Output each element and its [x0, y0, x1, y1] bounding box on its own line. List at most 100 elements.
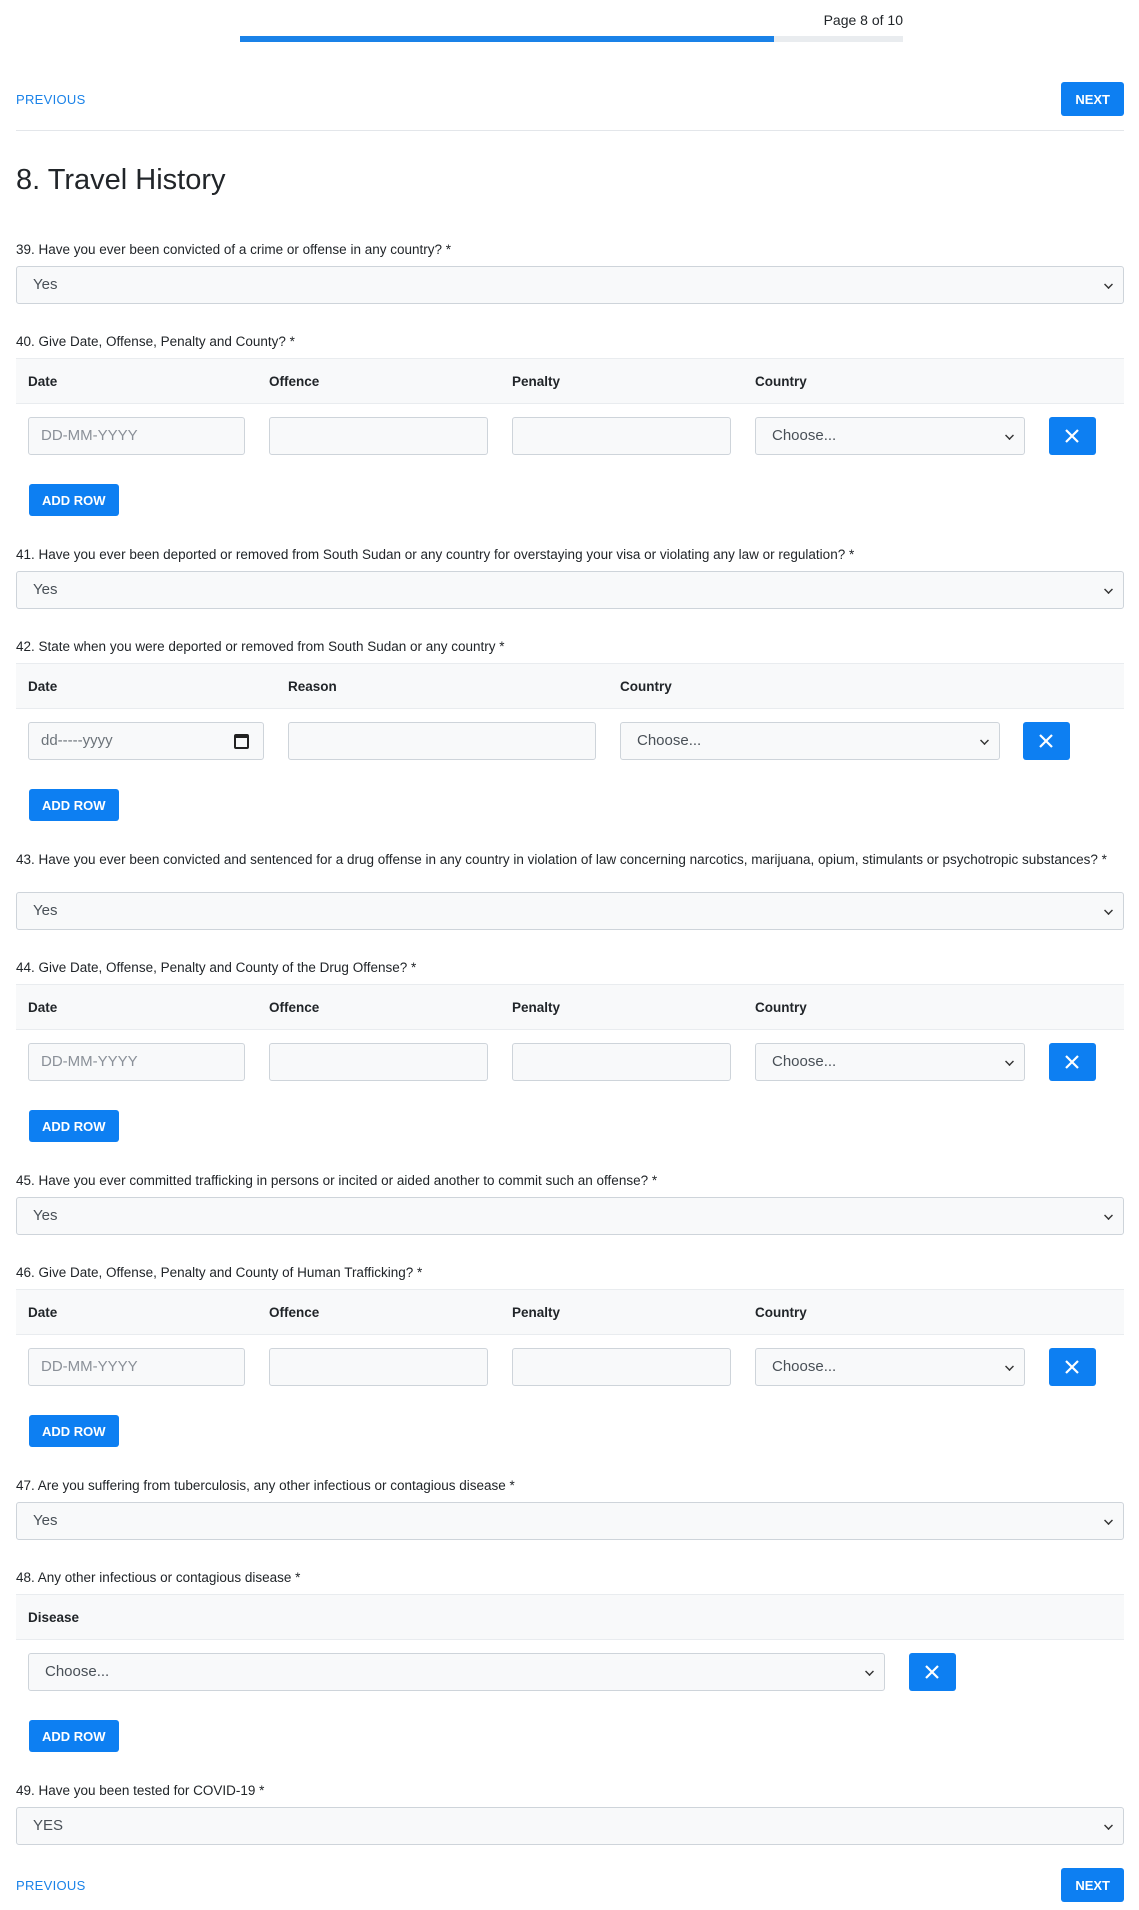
q42-remove-row-button[interactable] — [1023, 722, 1070, 760]
chevron-down-icon — [1104, 585, 1113, 594]
q48-remove-row-button[interactable] — [909, 1653, 956, 1691]
q46-offence-input[interactable] — [269, 1348, 488, 1386]
q46-date-input[interactable]: DD-MM-YYYY — [28, 1348, 245, 1386]
q40-penalty-input[interactable] — [512, 417, 731, 455]
next-button[interactable]: NEXT — [1061, 1868, 1124, 1902]
question-49-label: 49. Have you been tested for COVID-19 * — [16, 1783, 265, 1798]
col-date: Date — [28, 1305, 58, 1320]
question-42-table-header: Date Reason Country — [16, 663, 1124, 709]
col-country: Country — [755, 1000, 807, 1015]
question-39-value: Yes — [33, 276, 58, 293]
col-date: Date — [28, 679, 58, 694]
col-country: Country — [755, 374, 807, 389]
chevron-down-icon — [1005, 431, 1014, 440]
q46-add-row-button[interactable]: ADD ROW — [29, 1415, 119, 1447]
q42-date-value: dd-----yyyy — [41, 732, 113, 749]
progress-text: Page 8 of 10 — [823, 12, 903, 28]
q40-add-row-button[interactable]: ADD ROW — [29, 484, 119, 516]
question-40-table-header: Date Offence Penalty Country — [16, 358, 1124, 404]
question-39-label: 39. Have you ever been convicted of a cr… — [16, 242, 451, 257]
question-44-table-header: Date Offence Penalty Country — [16, 984, 1124, 1030]
col-date: Date — [28, 1000, 58, 1015]
chevron-down-icon — [1104, 280, 1113, 289]
close-icon — [1065, 1055, 1079, 1069]
q44-remove-row-button[interactable] — [1049, 1043, 1096, 1081]
close-icon — [1065, 1360, 1079, 1374]
question-43-select[interactable]: Yes — [16, 892, 1124, 930]
chevron-down-icon — [1104, 1516, 1113, 1525]
close-icon — [1065, 429, 1079, 443]
q44-date-input[interactable]: DD-MM-YYYY — [28, 1043, 245, 1081]
chevron-down-icon — [1104, 906, 1113, 915]
col-offence: Offence — [269, 1000, 320, 1015]
question-48-table-header: Disease — [16, 1594, 1124, 1640]
question-41-label: 41. Have you ever been deported or remov… — [16, 547, 855, 562]
q46-remove-row-button[interactable] — [1049, 1348, 1096, 1386]
q40-date-input[interactable]: DD-MM-YYYY — [28, 417, 245, 455]
page-title: 8. Travel History — [16, 164, 226, 196]
col-penalty: Penalty — [512, 1000, 561, 1015]
col-offence: Offence — [269, 1305, 320, 1320]
q48-disease-value: Choose... — [45, 1663, 110, 1680]
chevron-down-icon — [865, 1667, 874, 1676]
col-reason: Reason — [288, 679, 337, 694]
calendar-icon[interactable] — [234, 734, 249, 749]
question-47-label: 47. Are you suffering from tuberculosis,… — [16, 1478, 515, 1493]
q42-country-value: Choose... — [637, 732, 702, 749]
q44-offence-input[interactable] — [269, 1043, 488, 1081]
question-45-value: Yes — [33, 1207, 58, 1224]
q44-add-row-button[interactable]: ADD ROW — [29, 1110, 119, 1142]
q40-country-select[interactable]: Choose... — [755, 417, 1025, 455]
chevron-down-icon — [1005, 1362, 1014, 1371]
bottom-navigation: PREVIOUS NEXT — [16, 1868, 1124, 1902]
previous-button[interactable]: PREVIOUS — [16, 1878, 86, 1893]
q44-penalty-input[interactable] — [512, 1043, 731, 1081]
chevron-down-icon — [1104, 1821, 1113, 1830]
top-navigation: PREVIOUS NEXT — [16, 82, 1124, 116]
progress-bar-fill — [240, 36, 774, 42]
question-39-select[interactable]: Yes — [16, 266, 1124, 304]
q48-disease-select[interactable]: Choose... — [28, 1653, 885, 1691]
question-43-value: Yes — [33, 902, 58, 919]
q42-reason-input[interactable] — [288, 722, 596, 760]
question-40-label: 40. Give Date, Offense, Penalty and Coun… — [16, 334, 295, 349]
previous-button[interactable]: PREVIOUS — [16, 92, 86, 107]
question-41-select[interactable]: Yes — [16, 571, 1124, 609]
q46-country-value: Choose... — [772, 1358, 837, 1375]
question-48-label: 48. Any other infectious or contagious d… — [16, 1570, 301, 1585]
col-offence: Offence — [269, 374, 320, 389]
question-43-label: 43. Have you ever been convicted and sen… — [16, 852, 1107, 867]
q42-add-row-button[interactable]: ADD ROW — [29, 789, 119, 821]
question-47-select[interactable]: Yes — [16, 1502, 1124, 1540]
col-date: Date — [28, 374, 58, 389]
question-45-label: 45. Have you ever committed trafficking … — [16, 1173, 658, 1188]
close-icon — [925, 1665, 939, 1679]
q40-remove-row-button[interactable] — [1049, 417, 1096, 455]
divider — [16, 130, 1124, 131]
question-46-label: 46. Give Date, Offense, Penalty and Coun… — [16, 1265, 423, 1280]
progress-bar — [240, 36, 903, 42]
question-44-label: 44. Give Date, Offense, Penalty and Coun… — [16, 960, 417, 975]
q44-country-select[interactable]: Choose... — [755, 1043, 1025, 1081]
q42-country-select[interactable]: Choose... — [620, 722, 1000, 760]
q48-add-row-button[interactable]: ADD ROW — [29, 1720, 119, 1752]
question-42-label: 42. State when you were deported or remo… — [16, 639, 505, 654]
col-country: Country — [620, 679, 672, 694]
next-button[interactable]: NEXT — [1061, 82, 1124, 116]
chevron-down-icon — [980, 736, 989, 745]
q44-country-value: Choose... — [772, 1053, 837, 1070]
question-45-select[interactable]: Yes — [16, 1197, 1124, 1235]
q46-penalty-input[interactable] — [512, 1348, 731, 1386]
q40-country-value: Choose... — [772, 427, 837, 444]
q42-date-input[interactable]: dd-----yyyy — [28, 722, 264, 760]
chevron-down-icon — [1104, 1211, 1113, 1220]
question-46-table-header: Date Offence Penalty Country — [16, 1289, 1124, 1335]
question-49-value: YES — [33, 1817, 64, 1834]
q46-country-select[interactable]: Choose... — [755, 1348, 1025, 1386]
chevron-down-icon — [1005, 1057, 1014, 1066]
col-country: Country — [755, 1305, 807, 1320]
q40-offence-input[interactable] — [269, 417, 488, 455]
question-49-select[interactable]: YES — [16, 1807, 1124, 1845]
question-41-value: Yes — [33, 581, 58, 598]
close-icon — [1039, 734, 1053, 748]
